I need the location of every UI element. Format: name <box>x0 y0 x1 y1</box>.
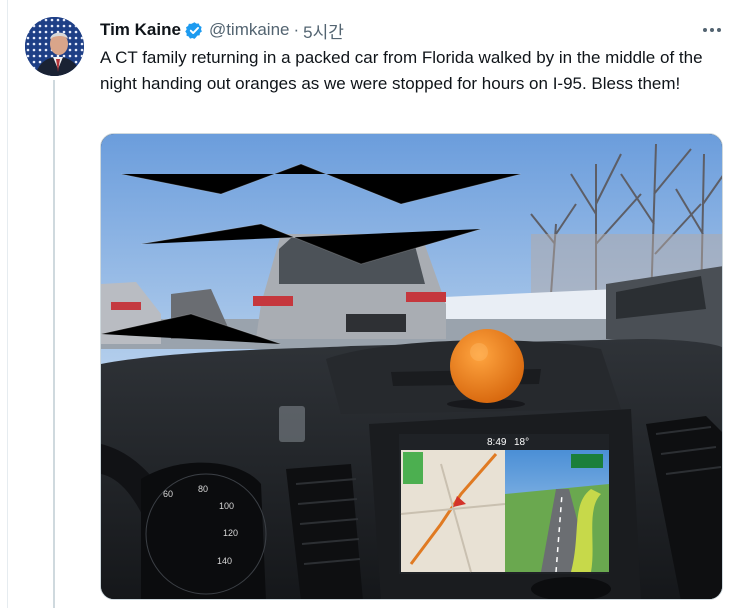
more-options-icon[interactable] <box>697 20 727 40</box>
avatar-image <box>25 17 84 76</box>
tweet-text: A CT family returning in a packed car fr… <box>100 48 703 93</box>
tweet-header: Tim Kaine @timkaine · 5시간 <box>100 18 344 43</box>
header-separator: · <box>293 20 300 39</box>
tweet-timestamp[interactable]: 5시간 <box>303 18 344 43</box>
orange <box>450 329 524 403</box>
speed-tick-120: 120 <box>223 528 238 538</box>
speed-tick-140: 140 <box>217 556 232 566</box>
photo-scene: 60 80 100 120 140 8:49 18° <box>101 134 722 599</box>
tweet-photo[interactable]: 60 80 100 120 140 8:49 18° <box>100 133 723 600</box>
nav-temp: 18° <box>514 437 529 448</box>
author-name[interactable]: Tim Kaine <box>100 20 181 40</box>
thread-line <box>53 80 55 608</box>
speed-tick-60: 60 <box>163 489 173 499</box>
speed-tick-80: 80 <box>198 484 208 494</box>
verified-badge-icon <box>185 21 204 40</box>
avatar[interactable] <box>25 17 84 76</box>
left-border <box>7 0 8 608</box>
author-handle[interactable]: @timkaine <box>209 20 290 40</box>
nav-screen: 8:49 18° <box>399 434 609 574</box>
nav-clock: 8:49 <box>487 437 507 448</box>
speed-tick-100: 100 <box>219 501 234 511</box>
speedometer: 60 80 100 120 140 <box>141 462 267 599</box>
side-vent <box>279 406 305 442</box>
